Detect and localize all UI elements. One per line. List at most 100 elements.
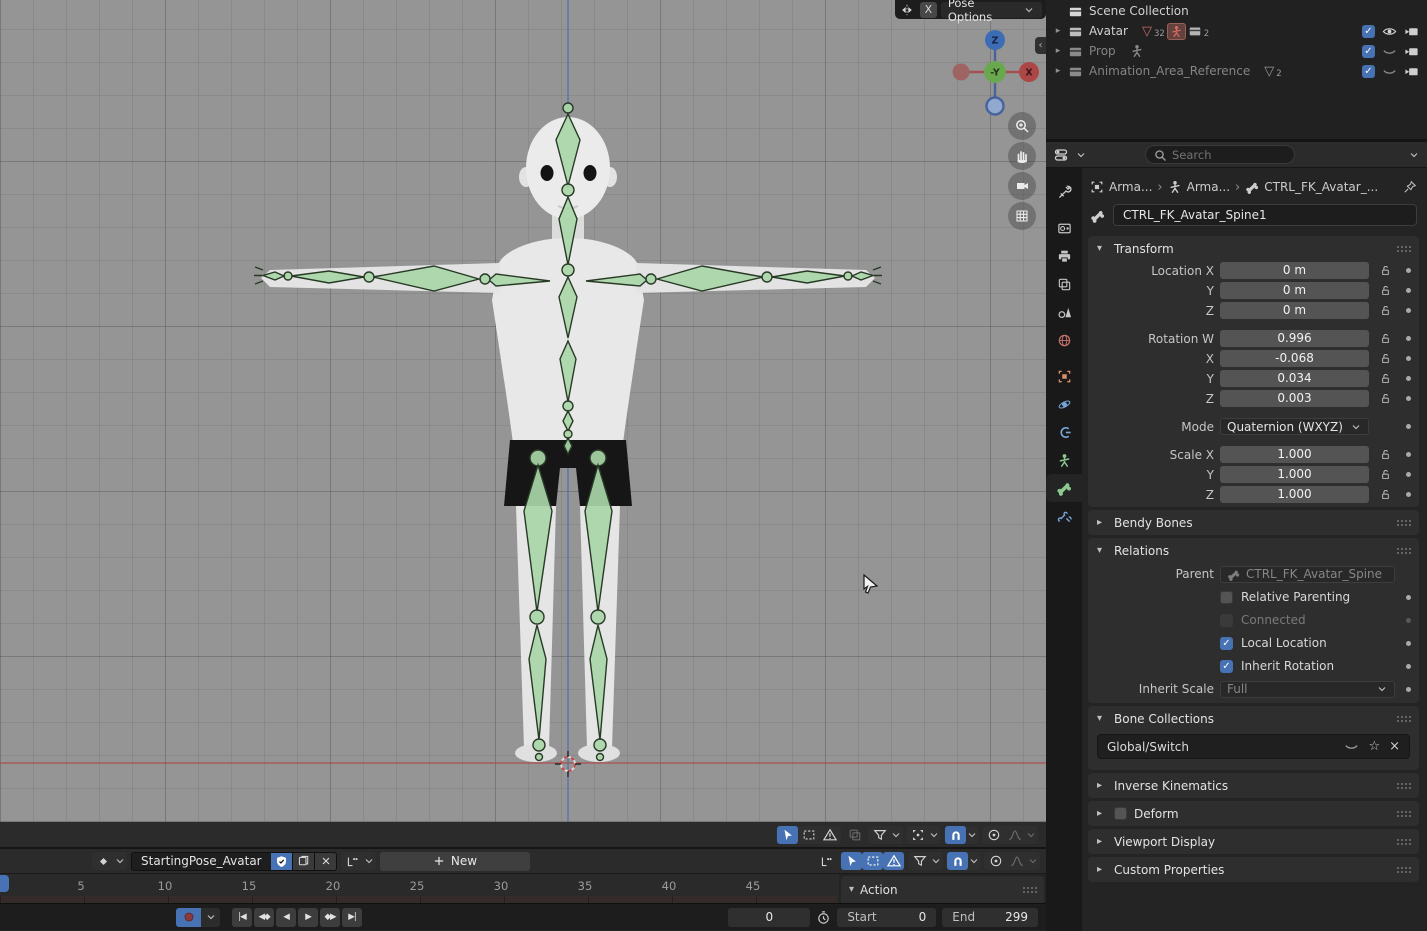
fake-user-shield-button[interactable] [271, 852, 293, 871]
search-box[interactable] [1145, 145, 1295, 164]
tab-bone-constraints[interactable] [1046, 502, 1082, 530]
deform-checkbox[interactable] [1114, 807, 1127, 820]
navigation-gizmo[interactable]: Z -Y X [951, 28, 1039, 120]
stopwatch-icon[interactable] [816, 910, 831, 925]
start-frame-field[interactable]: Start 0 [837, 908, 936, 927]
animate-dot[interactable] [1406, 308, 1411, 313]
pose-options-dropdown[interactable]: Pose Options [941, 2, 1042, 18]
outliner-row-avatar[interactable]: ▸ Avatar ▽ 32 2 [1046, 21, 1427, 41]
transform-panel-header[interactable]: ▾ Transform [1088, 236, 1419, 261]
search-input[interactable] [1172, 148, 1272, 162]
expand-arrow-icon[interactable]: ▸ [1052, 66, 1064, 76]
eye-closed-icon[interactable] [1382, 64, 1397, 79]
eye-icon[interactable] [1382, 24, 1397, 39]
auto-keying-button[interactable] [176, 908, 201, 927]
breadcrumb-armature[interactable]: Arma... [1187, 180, 1230, 194]
rotation-mode-dropdown[interactable]: Quaternion (WXYZ) [1220, 418, 1369, 435]
tweak-tool-icon[interactable] [777, 826, 798, 844]
inherit-scale-dropdown[interactable]: Full [1220, 681, 1395, 698]
lock-icon[interactable] [1375, 352, 1395, 365]
camera-icon[interactable] [1404, 44, 1419, 59]
animate-dot[interactable] [1406, 595, 1411, 600]
properties-editor-icon[interactable] [1053, 147, 1069, 163]
only-selected-icon[interactable] [841, 852, 862, 870]
lock-icon[interactable] [1375, 468, 1395, 481]
posed-character-with-armature[interactable] [0, 0, 1046, 822]
panel-grip[interactable] [1397, 520, 1410, 525]
local-location-checkbox[interactable]: Local Location [1220, 636, 1395, 650]
scale-x-field[interactable]: 1.000 [1220, 446, 1369, 463]
show-hidden-icon[interactable] [862, 852, 883, 870]
action-browse-dropdown[interactable] [92, 852, 127, 870]
jump-to-end-button[interactable]: ▶| [342, 908, 362, 927]
play-reverse-button[interactable]: ◀ [276, 908, 296, 927]
eye-closed-icon[interactable] [1344, 739, 1359, 754]
breadcrumb-bone[interactable]: CTRL_FK_Avatar_... [1264, 180, 1378, 194]
chevron-down-icon[interactable] [966, 829, 978, 841]
animate-dot[interactable] [1406, 492, 1411, 497]
next-keyframe-button[interactable]: ◆▶ [320, 908, 340, 927]
expand-arrow-icon[interactable]: ▸ [1052, 46, 1064, 56]
rotation-y-field[interactable]: 0.034 [1220, 370, 1369, 387]
close-icon[interactable]: × [1389, 739, 1400, 754]
lock-icon[interactable] [1375, 392, 1395, 405]
timeline-ruler[interactable]: 5 10 15 20 25 30 35 40 45 ▾ Action [0, 874, 1046, 903]
outliner-row-animation-area-reference[interactable]: ▸ Animation_Area_Reference ▽ 2 [1046, 61, 1427, 81]
panel-grip[interactable] [1023, 887, 1036, 892]
playhead[interactable] [0, 875, 9, 892]
chevron-down-icon[interactable] [1075, 149, 1087, 161]
animate-dot[interactable] [1406, 376, 1411, 381]
box-select-icon[interactable] [798, 826, 819, 844]
chevron-down-icon[interactable] [968, 855, 980, 867]
animate-dot[interactable] [1406, 288, 1411, 293]
3d-viewport[interactable]: X Pose Options Z -Y X ‹ [0, 0, 1046, 822]
camera-icon[interactable] [1404, 64, 1419, 79]
filter-dropdown[interactable] [868, 826, 903, 844]
play-button[interactable]: ▶ [298, 908, 318, 927]
lock-icon[interactable] [1375, 284, 1395, 297]
snap-magnet-icon[interactable] [945, 826, 966, 844]
rotation-x-field[interactable]: -0.068 [1220, 350, 1369, 367]
viewport-ortho-toggle-button[interactable] [1008, 202, 1036, 230]
animate-dot[interactable] [1406, 268, 1411, 273]
location-z-field[interactable]: 0 m [1220, 302, 1369, 319]
lock-icon[interactable] [1375, 304, 1395, 317]
new-action-button[interactable]: New [380, 852, 530, 871]
current-frame-field[interactable]: 0 [728, 908, 810, 927]
warning-toggle-icon[interactable] [819, 826, 840, 844]
animate-dot[interactable] [1406, 424, 1411, 429]
animate-dot[interactable] [1406, 452, 1411, 457]
star-icon[interactable]: ☆ [1368, 739, 1380, 754]
tab-render[interactable] [1046, 214, 1082, 242]
tab-object[interactable] [1046, 362, 1082, 390]
tab-tool[interactable] [1046, 178, 1082, 206]
animate-dot[interactable] [1406, 336, 1411, 341]
outliner-row-scene-collection[interactable]: Scene Collection [1046, 1, 1427, 21]
animate-dot[interactable] [1406, 356, 1411, 361]
bone-name-input[interactable]: CTRL_FK_Avatar_Spine1 [1113, 204, 1417, 226]
panel-grip[interactable] [1397, 839, 1410, 844]
inverse-kinematics-panel-header[interactable]: ▸ Inverse Kinematics [1088, 773, 1419, 798]
pin-icon[interactable] [1403, 180, 1417, 194]
custom-properties-panel-header[interactable]: ▸ Custom Properties [1088, 857, 1419, 882]
bendy-bones-panel-header[interactable]: ▸ Bendy Bones [1088, 510, 1419, 535]
eye-closed-icon[interactable] [1382, 44, 1397, 59]
active-armature-icon[interactable] [1167, 23, 1186, 40]
outliner-row-prop[interactable]: ▸ Prop [1046, 41, 1427, 61]
show-errors-icon[interactable] [883, 852, 904, 870]
viewport-camera-view-button[interactable] [1008, 172, 1036, 200]
auto-keying-dropdown[interactable] [201, 908, 220, 927]
bone-collection-item[interactable]: Global/Switch ☆ × [1097, 734, 1410, 759]
panel-grip[interactable] [1397, 867, 1410, 872]
checkbox-icon[interactable] [1362, 25, 1375, 38]
mirror-icon[interactable] [899, 2, 916, 18]
jump-to-start-button[interactable]: |◀ [232, 908, 252, 927]
falloff-curve-icon[interactable] [1006, 852, 1027, 870]
tab-object-data-armature[interactable] [1046, 446, 1082, 474]
animate-dot[interactable] [1406, 472, 1411, 477]
lock-icon[interactable] [1375, 332, 1395, 345]
lock-icon[interactable] [1375, 264, 1395, 277]
breadcrumb-object[interactable]: Arma... [1109, 180, 1152, 194]
scale-y-field[interactable]: 1.000 [1220, 466, 1369, 483]
panel-grip[interactable] [1397, 811, 1410, 816]
